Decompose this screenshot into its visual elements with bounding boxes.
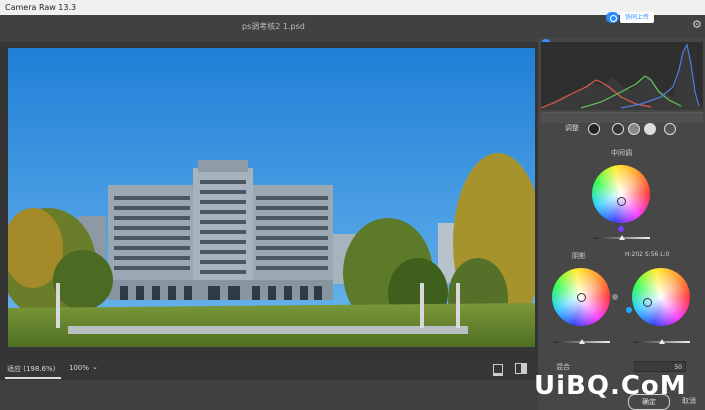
shadows-wheel-handle[interactable] [577,293,586,302]
shadows-label: 阴影 [572,252,586,260]
site-watermark: UiBQ.CoM [534,371,687,401]
highlights-color-wheel[interactable] [632,268,690,326]
gear-icon[interactable]: ⚙ [692,19,702,30]
window-titlebar: Camera Raw 13.3 [0,0,705,15]
before-after-icon[interactable] [515,363,527,374]
single-view-icon[interactable] [493,364,503,376]
panel-strip [541,113,703,123]
color-grading-panel [541,123,703,378]
highlights-mode-icon[interactable] [644,123,656,135]
document-filename: ps调考核2 1.psd [242,22,305,31]
highlights-luminance-knob[interactable] [659,339,665,344]
highlights-wheel-handle[interactable] [643,298,652,307]
highlights-hue-dot [626,307,632,313]
midtones-color-wheel[interactable] [592,165,650,223]
histogram-graph [540,43,703,110]
adjust-label: 调整 [565,124,579,132]
zoom-percent-option[interactable]: 100% [69,364,89,372]
shadows-readout: H:202 S:56 L:0 [625,251,670,258]
chevron-down-icon[interactable]: ⌄ [92,363,98,371]
midtones-wheel-handle[interactable] [617,197,626,206]
shadows-luminance-knob[interactable] [579,339,585,344]
global-mode-icon[interactable] [664,123,676,135]
midtones-label: 中间调 [611,149,632,157]
shadows-link-dot [612,294,618,300]
midtones-mode-icon[interactable] [628,123,640,135]
histogram [540,42,703,110]
midtones-luminance-knob[interactable] [619,235,625,240]
zoom-fit-underline [5,377,61,379]
midtones-hue-dot [618,226,624,232]
photo-illustration [8,48,535,347]
three-way-mode-icon[interactable] [588,123,600,135]
image-viewer [0,42,538,358]
preview-photo [8,48,535,347]
shadows-mode-icon[interactable] [612,123,624,135]
zoom-fit-option[interactable]: 适应 (198.6%) [7,364,55,374]
cloud-upload-button[interactable]: 协同上传 [620,12,654,23]
cloud-icon[interactable] [606,12,619,23]
viewer-bottom-bar: 适应 (198.6%) 100% ⌄ [0,358,538,380]
app-title: Camera Raw 13.3 [5,3,77,12]
